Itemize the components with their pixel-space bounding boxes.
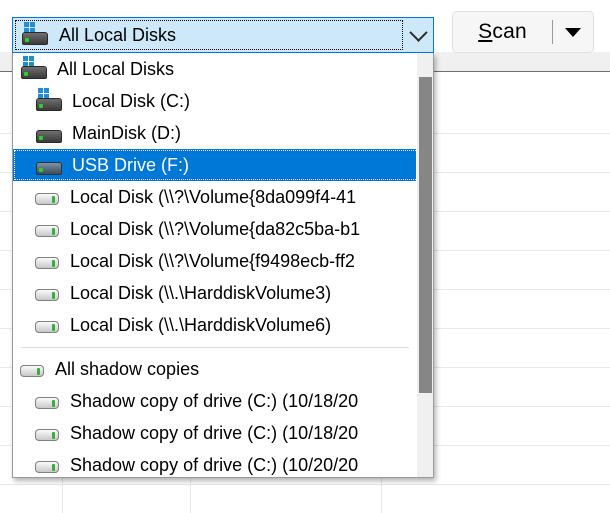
drive-led-glyph <box>52 464 55 471</box>
list-item[interactable]: Shadow copy of drive (C:) (10/18/20 <box>13 417 417 449</box>
chevron-down-icon <box>408 22 428 42</box>
scan-button-main[interactable]: Scan <box>453 20 552 44</box>
list-item[interactable]: Local Disk (\\.\HarddiskVolume3) <box>13 277 417 309</box>
list-item[interactable]: Shadow copy of drive (C:) (10/20/20 <box>13 449 417 477</box>
volume-icon <box>35 187 61 207</box>
list-item-label: Local Disk (C:) <box>72 90 191 111</box>
drive-windows-icon <box>21 22 49 48</box>
grid-row-divider <box>0 484 610 485</box>
volume-icon <box>35 315 61 335</box>
list-item[interactable]: Local Disk (\\?\Volume{f9498ecb-ff2 <box>13 245 417 277</box>
list-item[interactable]: All Local Disks <box>13 53 417 85</box>
drive-led-glyph <box>39 136 43 140</box>
combobox-dropdown-arrow[interactable] <box>403 18 433 52</box>
shadow-copy-icon <box>20 359 46 379</box>
shadow-copy-icon <box>35 455 61 475</box>
drive-led-glyph <box>52 432 55 439</box>
list-item-label: Local Disk (\\.\HarddiskVolume6) <box>70 314 332 335</box>
scan-rest-label: can <box>492 20 527 43</box>
drive-windows-icon <box>35 88 63 114</box>
drive-dropdown-popup: All Local Disks Local Disk (C:) MainDisk (… <box>12 53 434 478</box>
drive-led-glyph <box>37 368 40 375</box>
list-item[interactable]: All shadow copies <box>13 353 417 385</box>
drive-led-glyph <box>52 260 55 267</box>
drive-body-glyph <box>35 193 59 205</box>
shadow-copy-icon <box>35 423 61 443</box>
list-item[interactable]: Local Disk (C:) <box>13 85 417 117</box>
application-window: All Local Disks Scan All Local Disks Loca… <box>0 0 610 513</box>
toolbar: All Local Disks Scan <box>0 0 610 53</box>
scan-accel-letter: S <box>478 20 493 43</box>
drive-body-glyph <box>35 225 59 237</box>
list-item-label: Shadow copy of drive (C:) (10/20/20 <box>70 454 359 475</box>
drive-body-glyph <box>20 365 44 377</box>
list-item-label: Local Disk (\\?\Volume{da82c5ba-b1 <box>70 218 361 239</box>
list-item-label: USB Drive (F:) <box>72 154 189 175</box>
list-item[interactable]: USB Drive (F:) <box>13 149 417 181</box>
list-item-label: All shadow copies <box>55 358 200 379</box>
scrollbar-thumb[interactable] <box>419 77 432 393</box>
usb-drive-icon <box>35 152 63 178</box>
drive-led-glyph <box>52 400 55 407</box>
drive-led-glyph <box>39 104 43 108</box>
list-item-label: All Local Disks <box>57 58 175 79</box>
list-item[interactable]: Shadow copy of drive (C:) (10/18/20 <box>13 385 417 417</box>
drive-led-glyph <box>25 38 29 42</box>
volume-icon <box>35 283 61 303</box>
list-item-label: Local Disk (\\?\Volume{8da099f4-41 <box>70 186 357 207</box>
drive-led-glyph <box>52 228 55 235</box>
list-item[interactable]: Local Disk (\\?\Volume{8da099f4-41 <box>13 181 417 213</box>
combobox-selected-value: All Local Disks <box>59 24 177 45</box>
list-item-label: MainDisk (D:) <box>72 122 182 143</box>
volume-icon <box>35 219 61 239</box>
drive-body-glyph <box>35 289 59 301</box>
triangle-down-icon <box>565 27 581 37</box>
drive-led-glyph <box>24 72 28 76</box>
list-item-label: Local Disk (\\.\HarddiskVolume3) <box>70 282 332 303</box>
list-item[interactable]: MainDisk (D:) <box>13 117 417 149</box>
scan-button-label: Scan <box>478 20 527 44</box>
volume-icon <box>35 251 61 271</box>
drive-icon <box>35 120 63 146</box>
drive-led-glyph <box>52 324 55 331</box>
shadow-copy-icon <box>35 391 61 411</box>
list-item[interactable]: Local Disk (\\.\HarddiskVolume6) <box>13 309 417 341</box>
drive-body-glyph <box>35 397 59 409</box>
scan-split-button[interactable]: Scan <box>452 11 594 53</box>
drive-select-combobox[interactable]: All Local Disks <box>12 17 434 53</box>
combobox-focus-rect: All Local Disks <box>15 20 403 50</box>
drive-windows-icon <box>20 56 48 82</box>
drive-led-glyph <box>39 168 43 172</box>
list-item[interactable]: Local Disk (\\?\Volume{da82c5ba-b1 <box>13 213 417 245</box>
list-item-label: Shadow copy of drive (C:) (10/18/20 <box>70 422 359 443</box>
list-item-label: Local Disk (\\?\Volume{f9498ecb-ff2 <box>70 250 355 271</box>
list-separator <box>21 347 409 348</box>
vertical-scrollbar[interactable] <box>416 53 433 477</box>
scan-dropdown-button[interactable] <box>553 27 593 37</box>
drive-led-glyph <box>52 292 55 299</box>
drive-body-glyph <box>35 321 59 333</box>
drive-dropdown-list[interactable]: All Local Disks Local Disk (C:) MainDisk (… <box>13 53 417 477</box>
drive-body-glyph <box>35 257 59 269</box>
list-item-label: Shadow copy of drive (C:) (10/18/20 <box>70 390 359 411</box>
drive-body-glyph <box>35 461 59 473</box>
drive-body-glyph <box>35 429 59 441</box>
drive-led-glyph <box>52 196 55 203</box>
